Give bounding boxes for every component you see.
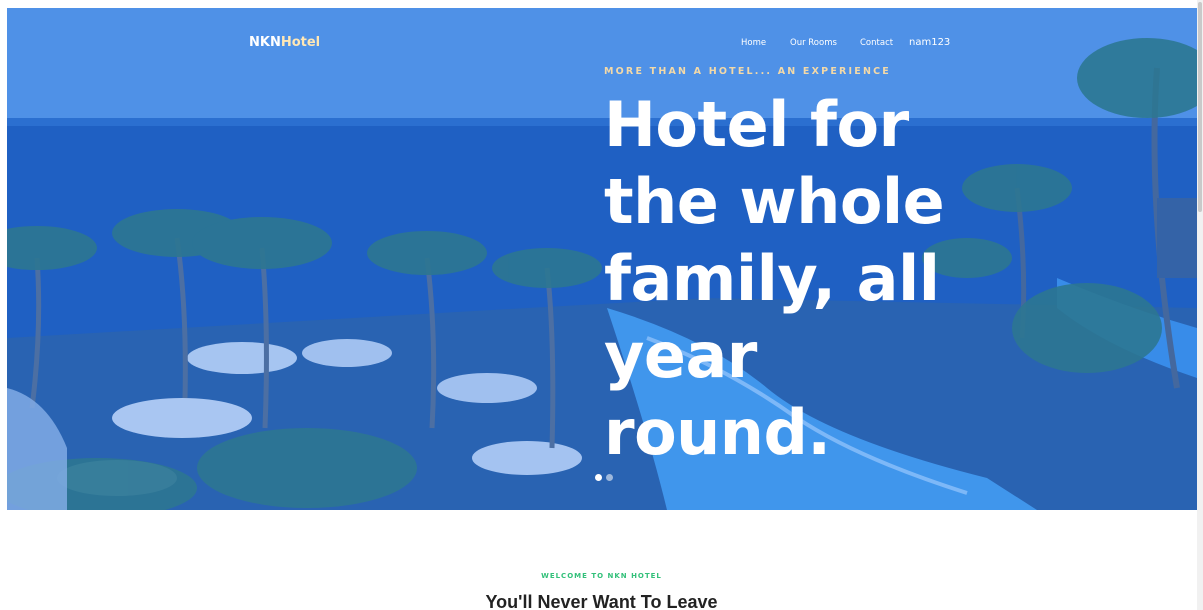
headline-line: the whole [604,165,945,238]
slider-dots [595,474,613,481]
brand-logo[interactable]: NKNHotel [249,35,320,50]
headline-line: year [604,319,757,392]
hero-headline: Hotel for the whole family, all year rou… [604,86,1024,471]
nav-user-name[interactable]: nam123 [909,37,950,48]
section-eyebrow: WELCOME TO NKN HOTEL [541,572,662,580]
nav-contact[interactable]: Contact [860,38,893,48]
hero-eyebrow: MORE THAN A HOTEL... AN EXPERIENCE [604,66,891,77]
nav-home[interactable]: Home [741,38,766,48]
brand-part-nkn: NKN [249,35,281,50]
headline-line: round. [604,396,831,469]
slider-dot-2[interactable] [606,474,613,481]
brand-part-hotel: Hotel [280,35,321,50]
nav-our-rooms[interactable]: Our Rooms [790,38,837,48]
scrollbar-thumb[interactable] [1198,2,1202,212]
slider-dot-1[interactable] [595,474,602,481]
hero-banner: NKNHotel Home Our Rooms Contact nam123 M… [7,8,1197,510]
page-scrollbar[interactable] [1197,0,1203,610]
headline-line: family, all [604,242,940,315]
headline-line: Hotel for [604,88,909,161]
section-title: You'll Never Want To Leave [485,592,718,610]
